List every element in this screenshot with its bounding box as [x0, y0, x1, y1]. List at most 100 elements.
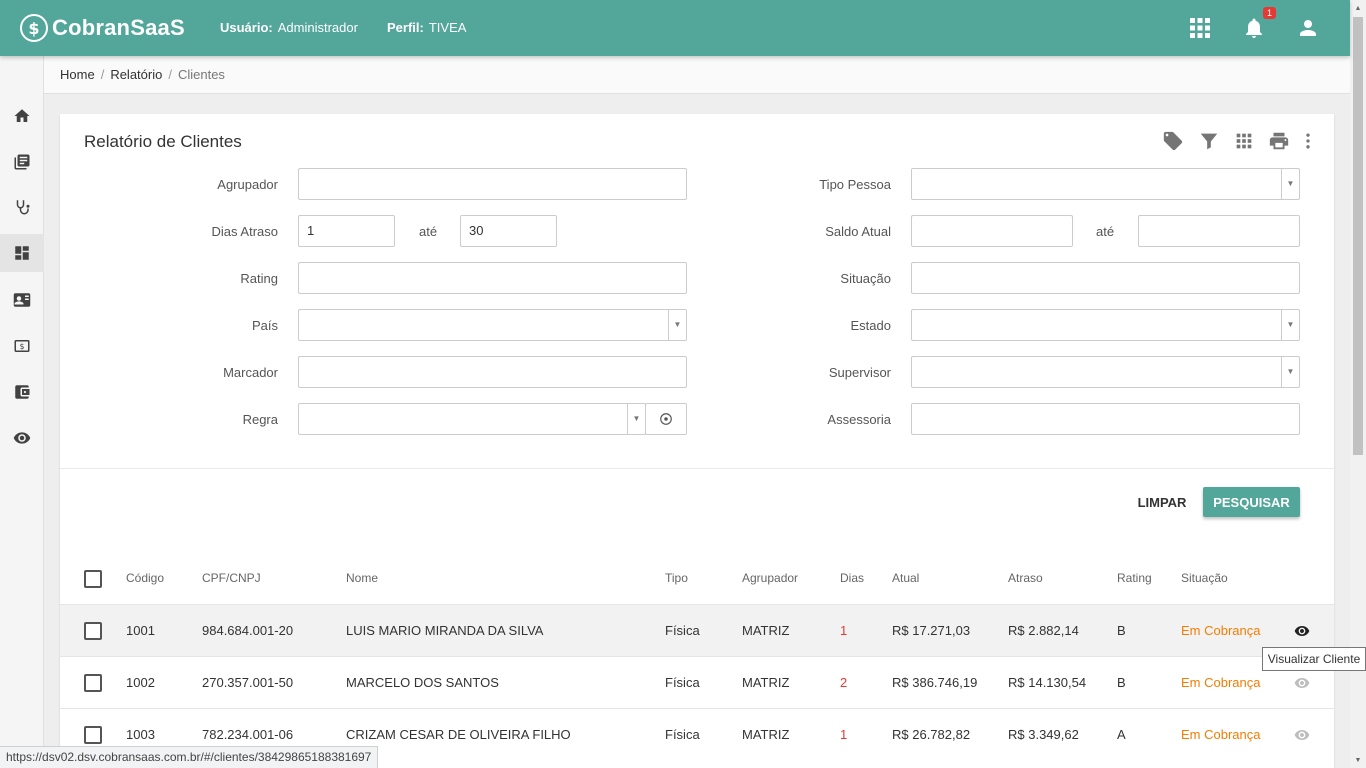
column-header-nome[interactable]: Nome: [346, 571, 378, 585]
saldo-atual-from-input[interactable]: [911, 215, 1073, 247]
supervisor-select[interactable]: ▼: [911, 356, 1300, 388]
search-button[interactable]: PESQUISAR: [1203, 487, 1300, 517]
cell-nome: MARCELO DOS SANTOS: [346, 675, 499, 690]
grid-icon[interactable]: [1233, 130, 1255, 152]
view-client-eye-icon[interactable]: [1294, 727, 1310, 743]
saldo-atual-to-input[interactable]: [1138, 215, 1300, 247]
column-header-atual[interactable]: Atual: [892, 571, 919, 585]
row-checkbox[interactable]: [84, 622, 102, 640]
clear-button[interactable]: LIMPAR: [1130, 487, 1194, 517]
agrupador-label: Agrupador: [217, 177, 278, 192]
filter-icon[interactable]: [1198, 130, 1220, 152]
apps-grid-icon[interactable]: [1188, 16, 1212, 40]
scroll-down-arrow-icon[interactable]: ▼: [1350, 752, 1366, 768]
column-header-cpf[interactable]: CPF/CNPJ: [202, 571, 261, 585]
saldo-ate-label: até: [1096, 224, 1115, 239]
scroll-thumb[interactable]: [1353, 17, 1363, 455]
chevron-down-icon: ▼: [1281, 310, 1299, 340]
print-icon[interactable]: [1268, 130, 1290, 152]
view-client-eye-icon[interactable]: [1294, 675, 1310, 691]
profile-value: TIVEA: [428, 20, 467, 35]
sidebar-item-contacts[interactable]: [0, 281, 44, 319]
more-vert-icon[interactable]: [1298, 130, 1318, 152]
table-row[interactable]: 1002 270.357.001-50 MARCELO DOS SANTOS F…: [60, 656, 1334, 708]
cell-atual: R$ 17.271,03: [892, 623, 971, 638]
view-rule-icon: [660, 413, 672, 425]
column-header-codigo[interactable]: Código: [126, 571, 164, 585]
row-checkbox[interactable]: [84, 726, 102, 744]
cell-nome: CRIZAM CESAR DE OLIVEIRA FILHO: [346, 727, 571, 742]
svg-text:$: $: [20, 342, 25, 351]
column-header-agrupador[interactable]: Agrupador: [742, 571, 798, 585]
sidebar: $: [0, 56, 44, 768]
regra-label: Regra: [242, 412, 278, 427]
cell-tipo: Física: [665, 727, 700, 742]
assessoria-input[interactable]: [911, 403, 1300, 435]
column-header-rating[interactable]: Rating: [1117, 571, 1152, 585]
estado-label: Estado: [850, 318, 891, 333]
assessoria-label: Assessoria: [827, 412, 891, 427]
sidebar-item-view[interactable]: [0, 419, 44, 457]
cell-cpf: 270.357.001-50: [202, 675, 294, 690]
chevron-down-icon: ▼: [1281, 169, 1299, 199]
sidebar-item-home[interactable]: [0, 97, 44, 135]
notification-bell-icon[interactable]: 1: [1242, 7, 1276, 40]
regra-select[interactable]: ▼: [298, 403, 646, 435]
column-header-atraso[interactable]: Atraso: [1008, 571, 1043, 585]
regra-view-button[interactable]: [645, 403, 687, 435]
tag-icon[interactable]: [1162, 130, 1184, 152]
agrupador-input[interactable]: [298, 168, 687, 200]
cell-codigo: 1001: [126, 623, 155, 638]
chevron-down-icon: ▼: [627, 404, 645, 434]
cell-situacao: Em Cobrança: [1181, 623, 1261, 638]
sidebar-item-wallet[interactable]: [0, 373, 44, 411]
saldo-atual-label: Saldo Atual: [825, 224, 891, 239]
app-logo[interactable]: $ CobranSaaS: [20, 12, 185, 44]
cell-agrupador: MATRIZ: [742, 675, 790, 690]
row-checkbox[interactable]: [84, 674, 102, 692]
select-all-checkbox[interactable]: [84, 570, 102, 588]
top-bar: $ CobranSaaS Usuário: Administrador Perfi…: [0, 0, 1350, 56]
column-header-dias[interactable]: Dias: [840, 571, 864, 585]
cell-codigo: 1002: [126, 675, 155, 690]
money-icon: $: [14, 340, 30, 352]
marcador-input[interactable]: [298, 356, 687, 388]
profile-label: Perfil:: [387, 20, 424, 35]
situacao-input[interactable]: [911, 262, 1300, 294]
cell-agrupador: MATRIZ: [742, 623, 790, 638]
dias-atraso-to-input[interactable]: 30: [460, 215, 557, 247]
chevron-down-icon: ▼: [668, 310, 686, 340]
cell-atraso: R$ 3.349,62: [1008, 727, 1079, 742]
dias-ate-label: até: [419, 224, 438, 239]
cell-atraso: R$ 14.130,54: [1008, 675, 1087, 690]
column-header-tipo[interactable]: Tipo: [665, 571, 688, 585]
cell-situacao: Em Cobrança: [1181, 675, 1261, 690]
table-row[interactable]: 1001 984.684.001-20 LUIS MARIO MIRANDA D…: [60, 604, 1334, 656]
book-icon: [14, 154, 30, 170]
column-header-situacao[interactable]: Situação: [1181, 571, 1228, 585]
breadcrumb-relatorio[interactable]: Relatório: [110, 67, 162, 82]
scroll-up-arrow-icon[interactable]: ▲: [1350, 0, 1366, 16]
cell-agrupador: MATRIZ: [742, 727, 790, 742]
user-account-icon[interactable]: [1296, 16, 1320, 40]
status-bar-url: https://dsv02.dsv.cobransaas.com.br/#/cl…: [0, 746, 379, 768]
pais-select[interactable]: ▼: [298, 309, 687, 341]
eye-icon: [13, 432, 31, 444]
notification-badge: 1: [1262, 7, 1276, 19]
dias-atraso-label: Dias Atraso: [211, 224, 278, 239]
sidebar-item-money[interactable]: $: [0, 327, 44, 365]
dias-atraso-from-input[interactable]: 1: [298, 215, 395, 247]
marcador-label: Marcador: [223, 365, 278, 380]
cell-codigo: 1003: [126, 727, 155, 742]
sidebar-item-book[interactable]: [0, 143, 44, 181]
user-label: Usuário:: [220, 20, 273, 35]
cell-dias: 1: [840, 623, 848, 638]
view-client-eye-icon[interactable]: [1294, 623, 1310, 639]
sidebar-item-dashboard[interactable]: [0, 234, 44, 272]
tipo-pessoa-select[interactable]: ▼: [911, 168, 1300, 200]
sidebar-item-stethoscope[interactable]: [0, 188, 44, 226]
breadcrumb-home[interactable]: Home: [60, 67, 95, 82]
estado-select[interactable]: ▼: [911, 309, 1300, 341]
rating-input[interactable]: [298, 262, 687, 294]
cell-cpf: 782.234.001-06: [202, 727, 294, 742]
